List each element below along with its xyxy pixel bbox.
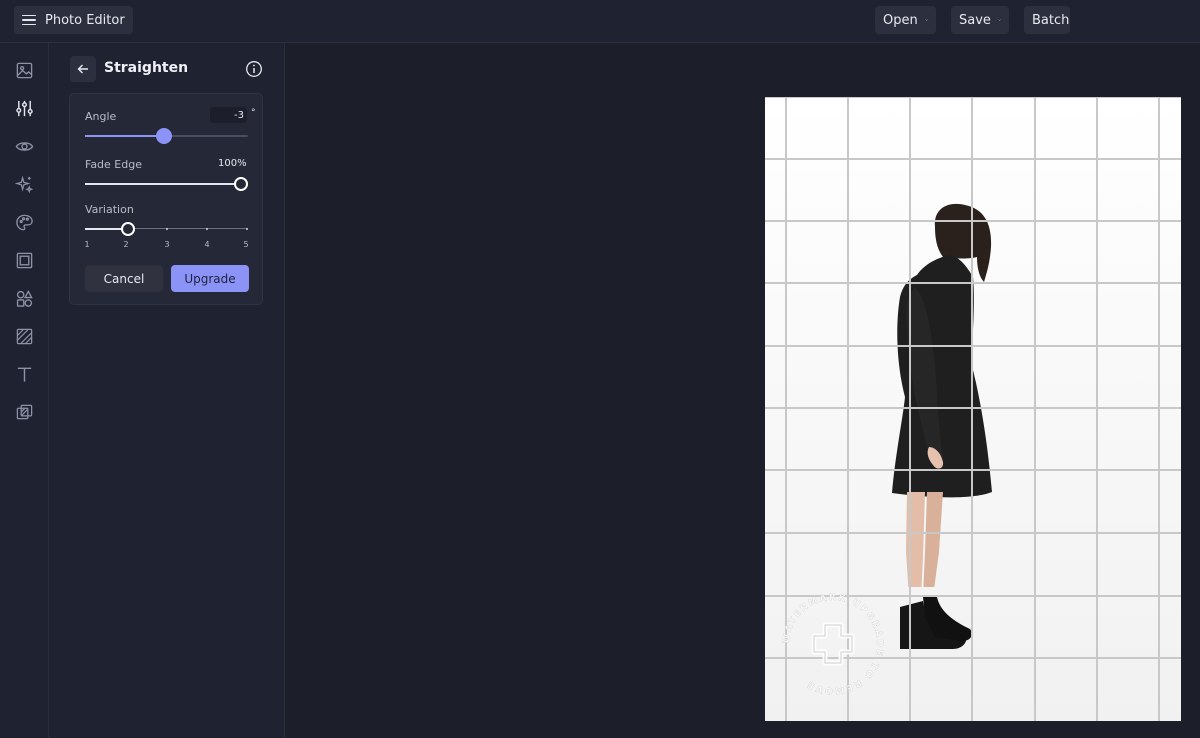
angle-input[interactable]: -3	[210, 107, 247, 123]
fade-edge-slider-fill	[85, 183, 248, 185]
save-button[interactable]: Save	[951, 6, 1009, 34]
save-button-label: Save	[959, 12, 991, 28]
variation-tick-label: 2	[123, 240, 129, 249]
photo-image[interactable]: WATERMARK UPGRADE TO REMOVE	[765, 97, 1181, 721]
open-button-label: Open	[883, 12, 918, 28]
palette-icon[interactable]	[15, 213, 34, 232]
angle-label: Angle	[85, 110, 117, 123]
variation-slider-knob[interactable]	[121, 222, 135, 236]
fade-edge-slider-track[interactable]	[85, 183, 248, 185]
variation-tick	[166, 228, 168, 230]
variation-slider-fill	[85, 227, 126, 230]
fade-edge-slider-knob[interactable]	[234, 177, 248, 191]
upgrade-button[interactable]: Upgrade	[171, 265, 249, 292]
sparkles-icon[interactable]	[15, 175, 34, 194]
overlay-icon[interactable]	[15, 403, 34, 422]
open-button[interactable]: Open	[875, 6, 936, 34]
app-menu-button[interactable]: Photo Editor	[14, 6, 133, 34]
frame-icon[interactable]	[15, 251, 34, 270]
angle-slider-knob[interactable]	[156, 128, 172, 144]
angle-unit: °	[251, 108, 256, 118]
angle-value: -3	[234, 109, 244, 121]
photo-illustration: WATERMARK UPGRADE TO REMOVE	[765, 97, 1181, 721]
variation-tick-label: 5	[243, 240, 249, 249]
hamburger-menu-icon	[22, 14, 36, 26]
cancel-button[interactable]: Cancel	[85, 265, 163, 292]
panel-title: Straighten	[104, 60, 189, 76]
tool-rail	[0, 43, 49, 738]
angle-slider-fill	[85, 135, 164, 137]
texture-icon[interactable]	[15, 327, 34, 346]
chevron-down-icon	[925, 19, 928, 21]
variation-label: Variation	[85, 203, 134, 216]
straighten-settings-card: Angle -3 ° Fade Edge 100% Variation 1 2 …	[69, 93, 263, 305]
fade-edge-label: Fade Edge	[85, 158, 142, 171]
batch-button[interactable]: Batch	[1024, 6, 1070, 34]
adjust-panel: Straighten Angle -3 ° Fade Edge 100% Var…	[49, 43, 285, 738]
top-bar: Photo Editor Open Save Batch	[0, 0, 1200, 43]
eye-icon[interactable]	[15, 137, 34, 156]
back-button[interactable]	[70, 56, 96, 82]
chevron-down-icon	[998, 19, 1001, 21]
variation-tick-label: 3	[164, 240, 170, 249]
variation-tick	[206, 228, 208, 230]
variation-tick-label: 4	[204, 240, 210, 249]
shapes-icon[interactable]	[15, 289, 34, 308]
fade-edge-value: 100%	[218, 158, 247, 169]
image-icon[interactable]	[15, 61, 34, 80]
canvas-area[interactable]: WATERMARK UPGRADE TO REMOVE	[285, 43, 1200, 738]
app-title: Photo Editor	[45, 12, 125, 28]
text-icon[interactable]	[15, 365, 34, 384]
info-icon[interactable]	[245, 60, 263, 78]
variation-tick	[246, 228, 248, 230]
arrow-left-icon	[77, 64, 88, 74]
batch-button-label: Batch	[1032, 12, 1070, 28]
variation-tick-label: 1	[84, 240, 90, 249]
sliders-icon[interactable]	[15, 99, 34, 118]
